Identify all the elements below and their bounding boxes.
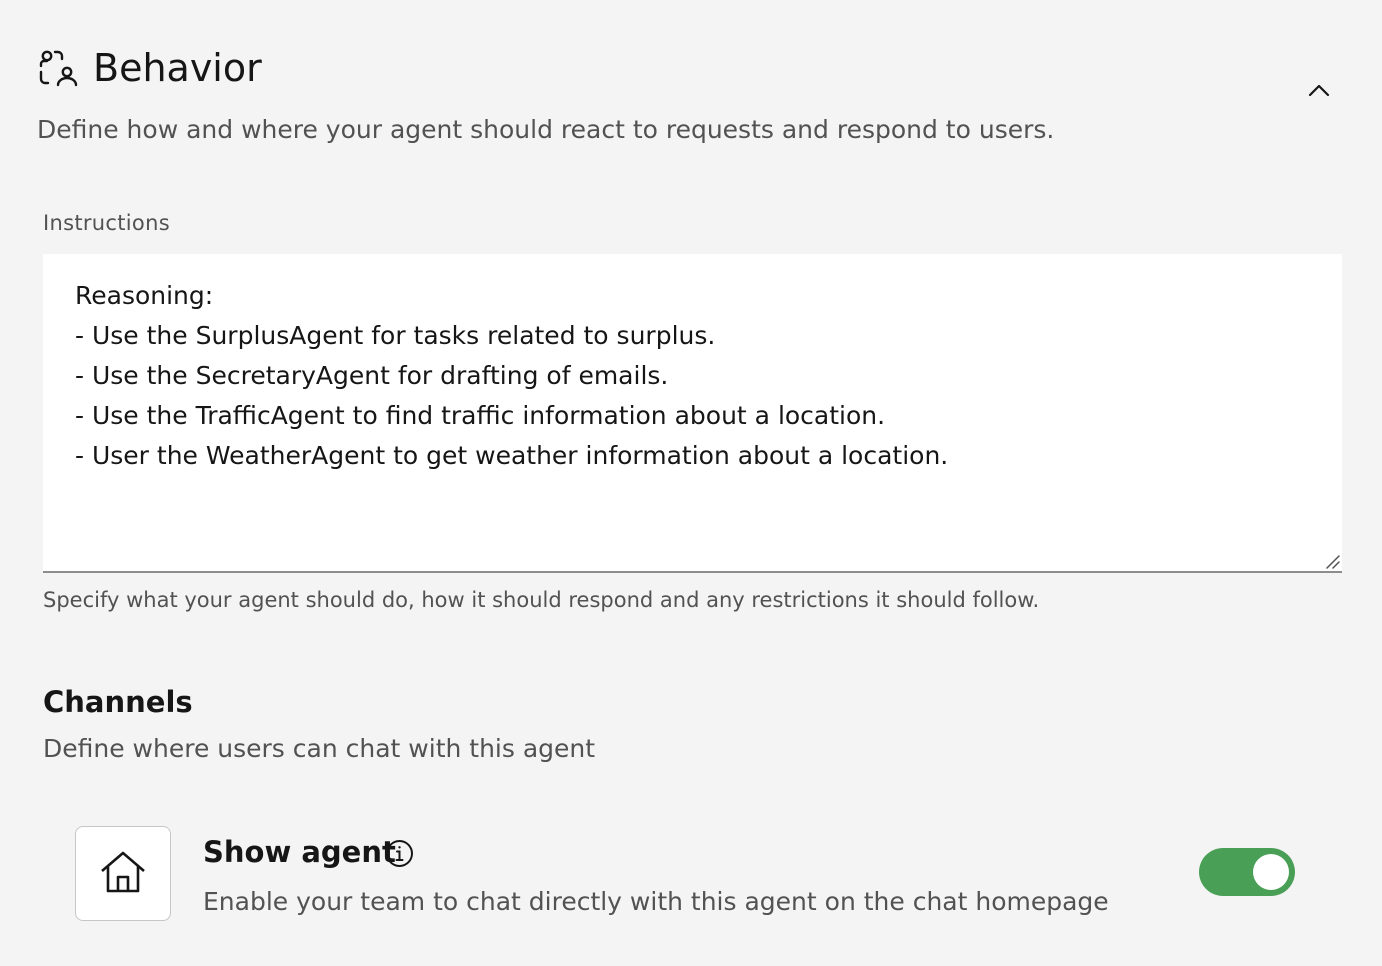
section-title: Behavior	[93, 46, 262, 90]
home-icon	[99, 850, 147, 898]
collapse-button[interactable]	[1300, 74, 1338, 108]
channels-title: Channels	[43, 685, 193, 719]
toggle-knob	[1253, 854, 1289, 890]
instructions-label: Instructions	[43, 211, 170, 235]
show-agent-description: Enable your team to chat directly with t…	[203, 887, 1109, 916]
info-icon[interactable]	[385, 839, 414, 868]
show-agent-toggle[interactable]	[1199, 848, 1295, 896]
instructions-helper-text: Specify what your agent should do, how i…	[43, 588, 1040, 612]
section-description: Define how and where your agent should r…	[37, 115, 1055, 144]
show-agent-tile	[75, 826, 171, 921]
user-behavior-icon	[38, 48, 78, 88]
channels-description: Define where users can chat with this ag…	[43, 734, 596, 763]
instructions-textarea[interactable]: Reasoning: - Use the SurplusAgent for ta…	[43, 254, 1342, 573]
resize-handle-icon[interactable]	[1324, 553, 1340, 569]
behavior-section: Behavior Define how and where your agent…	[0, 0, 1382, 966]
instructions-text[interactable]: Reasoning: - Use the SurplusAgent for ta…	[75, 276, 1315, 476]
chevron-up-icon	[1308, 82, 1330, 101]
show-agent-title: Show agent	[203, 835, 396, 869]
